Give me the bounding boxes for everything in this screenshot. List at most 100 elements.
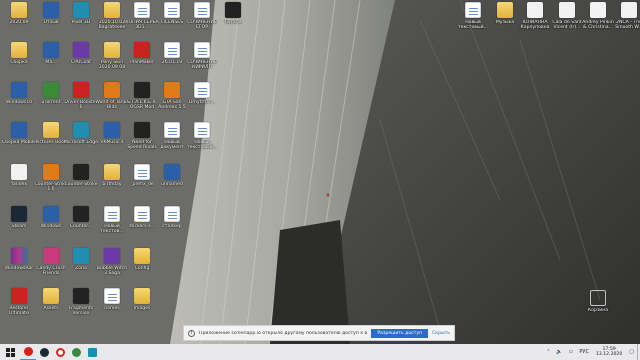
desktop-icon-label: Counter-Strike [64, 182, 98, 187]
desktop-icon[interactable]: Корзина [583, 290, 613, 328]
desktop-icon[interactable]: КОПИЯ СЕРБА 3D1... [125, 2, 159, 40]
desktop-icon[interactable]: Новый документ [157, 122, 187, 160]
desktop-icon-label: CPUCoat [71, 60, 91, 65]
speaker-icon[interactable]: 🔈 [553, 349, 565, 355]
folder-icon [104, 2, 120, 18]
desktop-icon[interactable]: СОЧИНЕНИЕ ЕГОР [187, 2, 217, 40]
desktop-icon[interactable]: VKMusic 4 [97, 122, 127, 160]
desktop-icon[interactable]: Pixel 3D [66, 2, 96, 40]
desktop-icon[interactable]: Новый текстов... [97, 206, 127, 244]
taskbar-app-utorrent[interactable] [68, 344, 84, 360]
desktop-icon[interactable]: names [97, 288, 127, 326]
desktop-icon-label: Zona [75, 266, 87, 271]
desktop-icon[interactable]: Ma... [36, 42, 66, 80]
folder-icon [11, 2, 27, 18]
store-icon [87, 347, 97, 357]
desktop-icon[interactable]: World of Tanks Blitz [95, 82, 129, 120]
desktop-icon[interactable]: 26.01.19 [157, 42, 187, 80]
desktop-icon[interactable]: unnamed [157, 164, 187, 202]
desktop-icon[interactable]: uTorrent [36, 82, 66, 120]
desktop-icon[interactable]: Новый текстовый... [458, 2, 488, 40]
orange-icon [164, 82, 180, 98]
desktop-icon[interactable]: Dmytrf04... [187, 82, 217, 120]
desktop-icon[interactable]: Музыка [490, 2, 520, 40]
desktop-icon-label: Сборка [10, 60, 28, 65]
desktop-icon-label: СОЧИНЕНИЕ ЕГОР [187, 20, 217, 31]
desktop-icon-label: unnamed [161, 182, 183, 187]
desktop-icon[interactable]: PlanMaker [127, 42, 157, 80]
desktop-icon[interactable]: Restorer Ultimate [4, 288, 34, 326]
desktop-icon[interactable]: 2020.09 [4, 2, 34, 40]
desktop-icon[interactable]: Сборка Mobile [2, 122, 36, 160]
desktop-icon[interactable]: СОЧИНЕНИЕ КИРИЛЛ [187, 42, 217, 80]
chevron-up-icon[interactable]: ⌃ [543, 349, 553, 355]
desktop-icon-label: stickers-s... [128, 224, 156, 229]
desktop-icon[interactable]: Pictures Book [35, 122, 67, 160]
desktop-icon-label: Новый текстов... [100, 224, 124, 235]
doc-icon [465, 2, 481, 18]
notifications-icon[interactable]: ▢ [626, 349, 637, 355]
desktop-icon[interactable]: birthday [97, 164, 127, 202]
start-button[interactable] [0, 344, 20, 360]
desktop-icon[interactable]: ЮЛИАННА Карлуповна [520, 2, 550, 40]
desktop-icon[interactable]: Отзыв [36, 2, 66, 40]
language-indicator[interactable]: РУС [576, 349, 592, 355]
desktop-icon[interactable]: GTA San Andreas 1.5 [157, 82, 187, 120]
desktop-icon[interactable]: 2020.10.02 Bagrateeee [97, 2, 127, 40]
clock[interactable]: 17:59 13.12.2020 [592, 347, 626, 358]
desktop-icon[interactable]: stickers-s... [127, 206, 157, 244]
desktop-icon[interactable]: Steam [4, 206, 34, 244]
network-icon[interactable]: ▭ [566, 349, 577, 355]
desktop-icon[interactable]: Driver Booster 6 [64, 82, 98, 120]
doc-icon [194, 42, 210, 58]
desktop-icon[interactable]: Bubble Witch 3 Saga [97, 248, 127, 286]
taskbar-app-ms-store[interactable] [84, 344, 100, 360]
folder-icon [134, 288, 150, 304]
desktop-icon[interactable]: Counter-Strike 1.6 [35, 164, 67, 202]
hide-notification-button[interactable]: Скрыть [432, 331, 450, 336]
desktop-icon-label: uTorrent [41, 100, 61, 105]
taskbar-app-steam[interactable] [36, 344, 52, 360]
desktop-icon[interactable]: Zona [66, 248, 96, 286]
desktop-icon[interactable]: Terraria [218, 2, 248, 40]
desktop-icon[interactable]: Windows10 [4, 82, 34, 120]
desktop-icon[interactable]: Config [127, 248, 157, 286]
allow-access-button[interactable]: Разрешить доступ [371, 328, 429, 338]
desktop-icon[interactable]: Counter... [66, 206, 96, 244]
desktop-icon[interactable]: Images [127, 288, 157, 326]
desktop-icon[interactable]: Candy Crush Friends [36, 248, 66, 286]
desktop-icon[interactable]: Counter-Strike [64, 164, 98, 202]
desktop-icon[interactable]: сталкер [157, 206, 187, 244]
desktop-icon[interactable]: Andrey Pinkin & Christina... [582, 2, 614, 40]
desktop-icon[interactable]: LICENSES [157, 2, 187, 40]
desktop-icon[interactable]: Assets [36, 288, 66, 326]
taskbar-app-yandex[interactable] [52, 344, 68, 360]
desktop-icon[interactable]: Pony Skin 2020.09.08 [97, 42, 127, 80]
desktop-icon[interactable]: Новый текстовый... [187, 122, 217, 160]
desktop-icon[interactable]: Yandex [4, 164, 34, 202]
desktop-icon[interactable]: Cala de Sant Vicent (Ir)... [552, 2, 582, 40]
desktop-icon-label: PlanMaker [130, 60, 154, 65]
folder-icon [134, 248, 150, 264]
desktop-icon-label: Bubble Witch 3 Saga [96, 266, 128, 277]
white-icon [590, 2, 606, 18]
desktop-icon[interactable]: Fragments Version [66, 288, 96, 326]
desktop-icon[interactable]: Windows [36, 206, 66, 244]
white-icon [559, 2, 575, 18]
desktop-icon[interactable]: Need for Speed Rivals [127, 122, 157, 160]
teal-icon [73, 248, 89, 264]
yandex-icon [55, 347, 65, 357]
desktop-icon[interactable]: 2NCA - The Smooth W... [614, 2, 640, 40]
taskbar-app-opera[interactable] [20, 344, 36, 360]
desktop-icon[interactable]: CPUCoat [66, 42, 96, 80]
desktop-icon[interactable]: Сборка [4, 42, 34, 80]
desktop-icon[interactable]: _prefix_de [127, 164, 157, 202]
red-icon [134, 42, 150, 58]
desktop-icon-label: Сборка Mobile [2, 140, 36, 145]
desktop-icon[interactable]: WindowsRar [4, 248, 34, 286]
desktop-icon-label: Новый текстовый... [458, 20, 488, 31]
desktop-icon[interactable]: Microsoft Edge [64, 122, 98, 160]
red-icon [73, 82, 89, 98]
desktop-icon-label: Pictures Book [35, 140, 67, 145]
desktop-icon[interactable]: S.T.A.L.K.E.R. OGSR Mod [127, 82, 157, 120]
